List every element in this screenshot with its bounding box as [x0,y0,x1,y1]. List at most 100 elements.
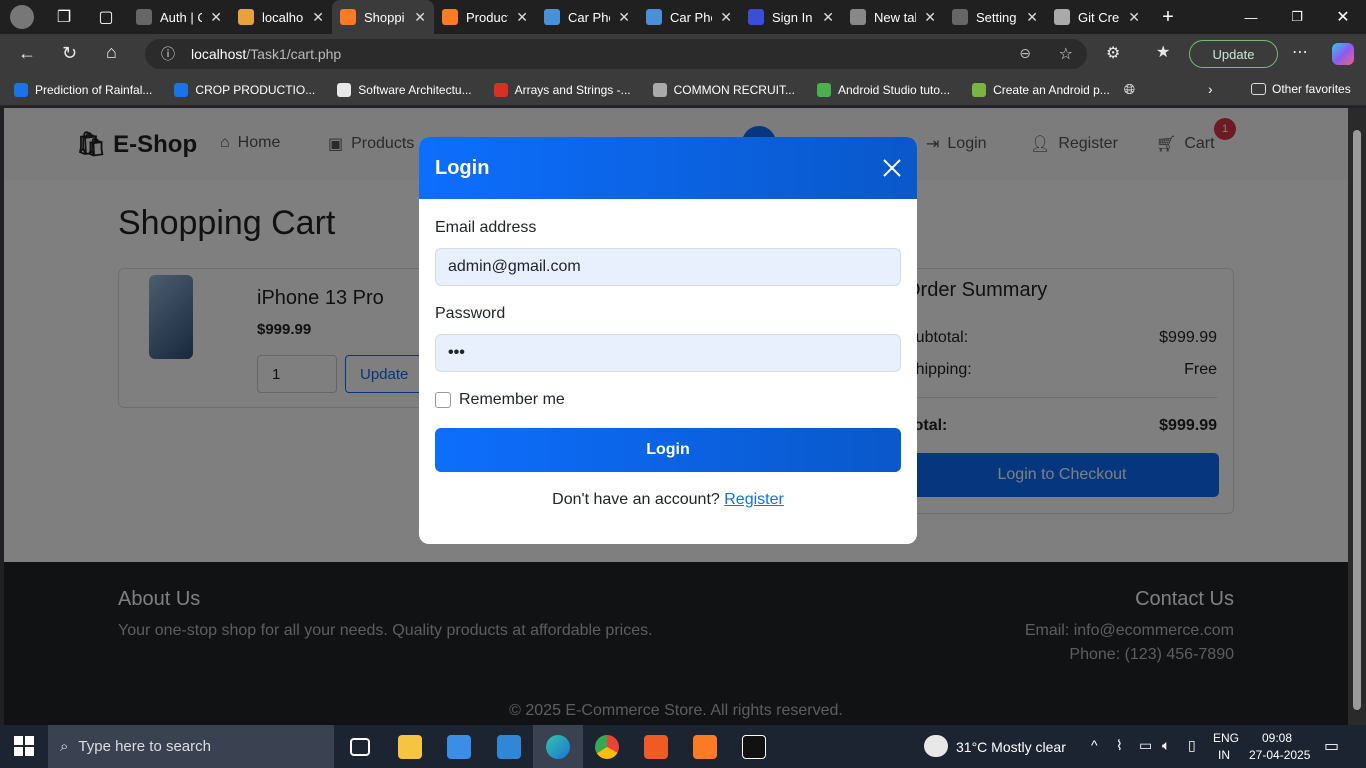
home-icon[interactable]: ⌂ [106,42,117,63]
browser-tab[interactable]: Car Pho ✕ [638,0,740,34]
chrome-icon[interactable] [595,735,619,759]
browser-tab[interactable]: Product ✕ [434,0,536,34]
tab-favicon-icon [646,9,662,25]
chevron-right-icon[interactable]: › [1208,81,1213,97]
tab-close-icon[interactable]: ✕ [1128,9,1140,26]
lang-in[interactable]: IN [1218,748,1230,762]
info-icon[interactable]: ⓘ [161,44,175,64]
register-prompt: Don't have an account? Register [419,491,917,509]
tab-favicon-icon [544,9,560,25]
tab-title: Product [466,9,509,25]
bookmark-item[interactable]: Create an Android p... [972,82,1110,97]
browser-tab[interactable]: Sign In ✕ [740,0,842,34]
address-bar[interactable]: ⓘ localhost/Task1/cart.php ⊖ ☆ [145,39,1087,69]
bookmark-item[interactable]: Arrays and Strings -... [493,82,631,97]
browser-tab[interactable]: Setting ✕ [944,0,1046,34]
taskbar-search[interactable]: ⌕ Type here to search [48,725,334,768]
favorites-icon[interactable]: ★ [1156,42,1170,62]
tab-favicon-icon [850,9,866,25]
browser-tab[interactable]: Shoppi ✕ [332,0,434,34]
update-button[interactable]: Update [1189,40,1278,68]
tab-favicon-icon [136,9,152,25]
tab-close-icon[interactable]: ✕ [1026,9,1038,26]
extensions-icon[interactable]: ⚙ [1106,43,1120,63]
remember-label[interactable]: Remember me [459,391,565,409]
workspaces-icon[interactable]: ❐ [44,7,84,27]
browser-tab[interactable]: New tal ✕ [842,0,944,34]
minimize-icon[interactable]: — [1228,10,1274,25]
modal-header: Login [419,137,917,199]
bookmark-favicon-icon [14,82,28,97]
browser-tab[interactable]: localho ✕ [230,0,332,34]
copilot-icon[interactable] [1332,43,1354,65]
other-favorites-label: Other favorites [1272,82,1351,96]
brave-icon[interactable] [644,735,668,759]
volume-icon[interactable]: 🔈︎ [1162,737,1170,754]
notification-icon[interactable]: ▭ [1324,736,1339,756]
task-view-icon[interactable] [350,738,370,756]
restore-icon[interactable]: ❐ [1274,9,1320,25]
tab-close-icon[interactable]: ✕ [516,9,528,26]
profile-avatar[interactable] [0,5,44,29]
email-field[interactable]: admin@gmail.com [435,248,901,286]
bookmark-item[interactable]: Prediction of Rainfal... [14,82,152,97]
edge-taskbar-slot[interactable] [533,725,583,768]
tab-title: localho [262,9,304,25]
tab-close-icon[interactable]: ✕ [312,9,324,26]
lang-eng[interactable]: ENG [1213,731,1239,745]
close-window-icon[interactable]: ✕ [1320,7,1366,27]
tab-actions-icon[interactable]: ▢ [84,7,128,27]
bookmark-label: Create an Android p... [993,82,1110,97]
tab-close-icon[interactable]: ✕ [822,9,834,26]
xampp-icon[interactable] [693,735,717,759]
scrollbar-thumb[interactable] [1353,130,1361,710]
browser-tab[interactable]: Git Cre ✕ [1046,0,1148,34]
password-field[interactable]: ••• [435,334,901,372]
refresh-icon[interactable]: ↻ [62,43,77,64]
bookmark-item[interactable]: Android Studio tuto... [816,82,950,97]
tab-close-icon[interactable]: ✕ [924,9,936,26]
tab-close-icon[interactable]: ✕ [414,9,426,26]
browser-tab[interactable]: Car Pho ✕ [536,0,638,34]
other-favorites[interactable]: Other favorites [1251,82,1351,96]
tab-close-icon[interactable]: ✕ [720,9,732,26]
tab-title: Car Pho [568,9,610,25]
bookmarks-bar: Prediction of Rainfal... CROP PRODUCTIO..… [0,74,1366,106]
back-icon[interactable]: ← [18,43,36,64]
bookmark-favicon-icon [337,82,352,97]
page-scrollbar[interactable] [1348,108,1366,725]
app-icon[interactable] [742,735,766,759]
bookmark-item[interactable]: Software Architectu... [337,82,472,97]
tab-close-icon[interactable]: ✕ [210,9,222,26]
tab-close-icon[interactable]: ✕ [618,9,630,26]
favorite-star-icon[interactable]: ☆ [1059,44,1073,64]
register-link[interactable]: Register [724,491,784,508]
reader-icon[interactable]: ⊖ [1019,45,1031,62]
tab-favicon-icon [238,9,254,25]
weather-icon[interactable] [924,735,948,757]
bookmark-item[interactable]: COMMON RECRUIT... [652,82,795,97]
bookmark-item[interactable]: CROP PRODUCTIO... [174,82,315,97]
bookmark-label: Arrays and Strings -... [514,82,631,97]
mail-icon[interactable] [497,735,521,759]
battery-icon[interactable]: ▭ [1139,737,1152,754]
new-tab-icon[interactable]: + [1148,6,1188,29]
windows-start-icon[interactable] [14,736,34,756]
globe-icon[interactable]: 🌐︎ [1124,81,1135,98]
clock-date[interactable]: 27-04-2025 [1249,748,1310,762]
folder-icon [1251,83,1266,95]
store-icon[interactable] [447,735,471,759]
weather-text[interactable]: 31°C Mostly clear [956,739,1066,755]
browser-tab-bar: ❐ ▢ Auth | C ✕ localho ✕ Shoppi ✕ Product ✕ Car … [0,0,1366,34]
more-menu-icon[interactable]: ⋯ [1292,42,1308,62]
meet-icon[interactable]: ▯ [1188,737,1196,754]
remember-checkbox[interactable] [435,392,451,408]
network-icon[interactable]: ⌇ [1116,737,1123,754]
file-explorer-icon[interactable] [398,735,422,759]
bookmark-favicon-icon [972,82,987,97]
login-submit-button[interactable]: Login [435,428,901,472]
close-icon[interactable] [881,157,903,179]
tray-chevron-icon[interactable]: ^ [1091,737,1098,753]
browser-tab[interactable]: Auth | C ✕ [128,0,230,34]
clock-time[interactable]: 09:08 [1262,731,1292,745]
